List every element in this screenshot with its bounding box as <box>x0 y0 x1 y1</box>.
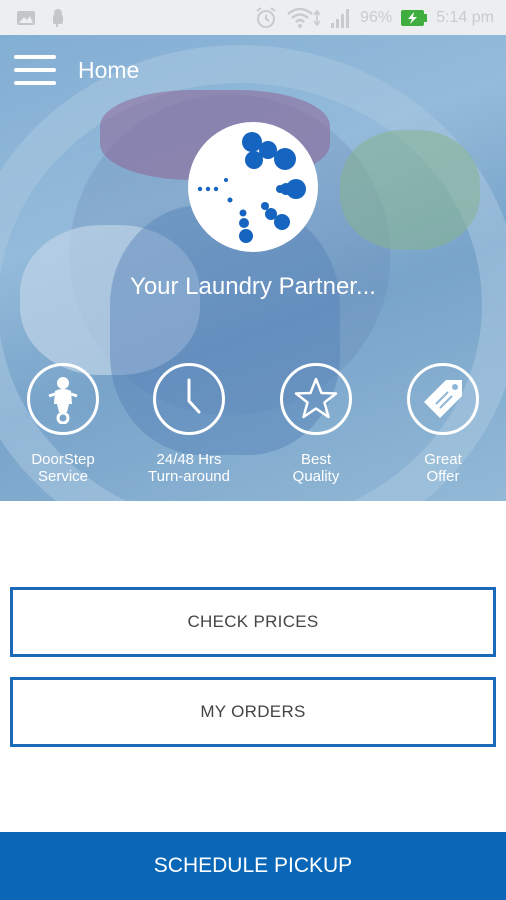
feature-label: Best Quality <box>292 451 340 485</box>
wifi-icon <box>286 6 322 30</box>
feature-label: DoorStep Service <box>31 451 95 485</box>
price-tag-icon <box>407 363 479 435</box>
check-prices-button[interactable]: CHECK PRICES <box>10 587 496 657</box>
my-orders-button[interactable]: MY ORDERS <box>10 677 496 747</box>
signal-icon <box>330 7 352 29</box>
hamburger-menu-icon[interactable] <box>14 53 56 85</box>
feature-great-offer: Great Offer <box>388 363 498 485</box>
schedule-pickup-button[interactable]: SCHEDULE PICKUP <box>0 832 506 900</box>
scooter-rider-icon <box>27 363 99 435</box>
android-icon <box>50 8 66 28</box>
feature-best-quality: Best Quality <box>261 363 371 485</box>
image-icon <box>16 10 36 26</box>
feature-label: Great Offer <box>424 451 462 485</box>
feature-doorstep-service: DoorStep Service <box>8 363 118 485</box>
status-bar: 96% 5:14 pm <box>0 0 506 35</box>
tagline: Your Laundry Partner... <box>130 273 376 300</box>
top-app-bar: Home <box>0 35 506 105</box>
battery-percent: 96% <box>360 8 393 26</box>
laundry-swirl-logo <box>188 122 318 252</box>
battery-charging-icon <box>400 9 428 27</box>
star-icon <box>280 363 352 435</box>
page-title: Home <box>78 57 140 83</box>
app-screen: 96% 5:14 pm Home Your Laundry Partner...… <box>0 0 506 900</box>
feature-turnaround: 24/48 Hrs Turn-around <box>134 363 244 485</box>
clock-icon <box>153 363 225 435</box>
feature-label: 24/48 Hrs Turn-around <box>148 451 230 485</box>
status-time: 5:14 pm <box>436 8 494 26</box>
alarm-icon <box>254 6 278 30</box>
